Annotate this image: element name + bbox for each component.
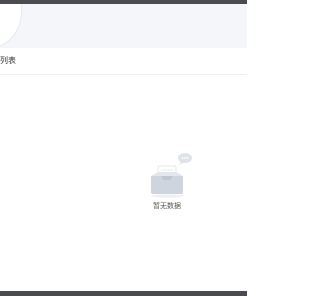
header-band bbox=[0, 4, 247, 48]
list-title: 列表 bbox=[0, 56, 16, 65]
list-content-area bbox=[0, 75, 247, 291]
empty-state: 暂无数据 bbox=[145, 152, 195, 217]
list-title-bar: 列表 bbox=[0, 48, 247, 75]
empty-inbox-icon bbox=[151, 153, 192, 198]
header-decoration bbox=[0, 4, 22, 48]
empty-state-text: 暂无数据 bbox=[153, 202, 181, 210]
window-bottom-border bbox=[0, 291, 247, 296]
